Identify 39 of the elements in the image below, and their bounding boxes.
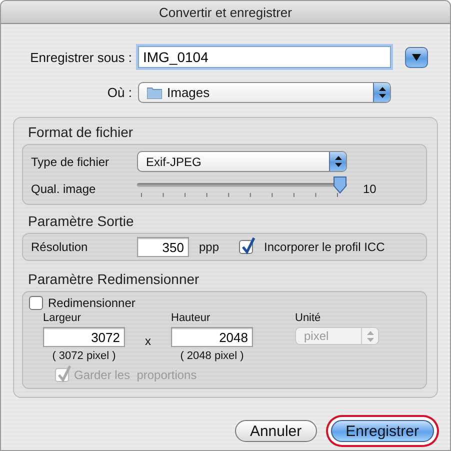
times-sign: x <box>145 334 151 348</box>
quality-label: Qual. image <box>31 182 97 196</box>
where-label: Où : <box>106 85 132 100</box>
cancel-button[interactable]: Annuler <box>234 420 317 442</box>
height-field[interactable]: 2048 <box>171 327 253 347</box>
keep-ratio-label: Garder les proportions <box>74 368 197 382</box>
width-field[interactable]: 3072 <box>43 327 125 347</box>
checkbox[interactable] <box>29 296 43 310</box>
resolution-field[interactable]: 350 <box>137 237 189 257</box>
unit-label: Unité <box>295 312 321 324</box>
slider-thumb[interactable] <box>333 176 347 194</box>
file-type-value: Exif-JPEG <box>146 154 202 168</box>
section-title: Paramètre Redimensionner <box>27 271 200 287</box>
folder-popup[interactable]: Images <box>138 82 391 103</box>
checkbox[interactable] <box>239 240 254 254</box>
width-label: Largeur <box>43 312 81 324</box>
embed-icc-label: Incorporer le profil ICC <box>264 240 385 254</box>
file-name-field[interactable]: IMG_0104 <box>138 46 391 68</box>
unit-value: pixel <box>304 329 329 343</box>
section-title: Paramètre Sortie <box>27 213 135 229</box>
height-pixels: ( 2048 pixel ) <box>180 350 244 362</box>
down-triangle-icon <box>412 54 421 60</box>
up-down-arrows-icon <box>378 87 386 98</box>
section-title: Format de fichier <box>27 124 134 140</box>
resize-label: Redimensionner <box>48 296 136 310</box>
width-pixels: ( 3072 pixel ) <box>52 350 116 362</box>
up-down-arrows-icon <box>366 330 374 342</box>
folder-name: Images <box>167 85 210 100</box>
file-type-popup[interactable]: Exif-JPEG <box>137 151 347 172</box>
file-type-label: Type de fichier <box>31 154 110 168</box>
quality-value: 10 <box>363 182 376 196</box>
folder-icon <box>147 86 162 99</box>
resolution-unit: ppp <box>199 240 220 254</box>
height-label: Hauteur <box>171 312 210 324</box>
window-title: Convertir et enregistrer <box>159 4 292 20</box>
save-as-label: Enregistrer sous : <box>29 50 132 64</box>
up-down-arrows-icon <box>334 156 342 167</box>
resolution-label: Résolution <box>31 240 89 254</box>
expand-button[interactable] <box>405 46 428 68</box>
